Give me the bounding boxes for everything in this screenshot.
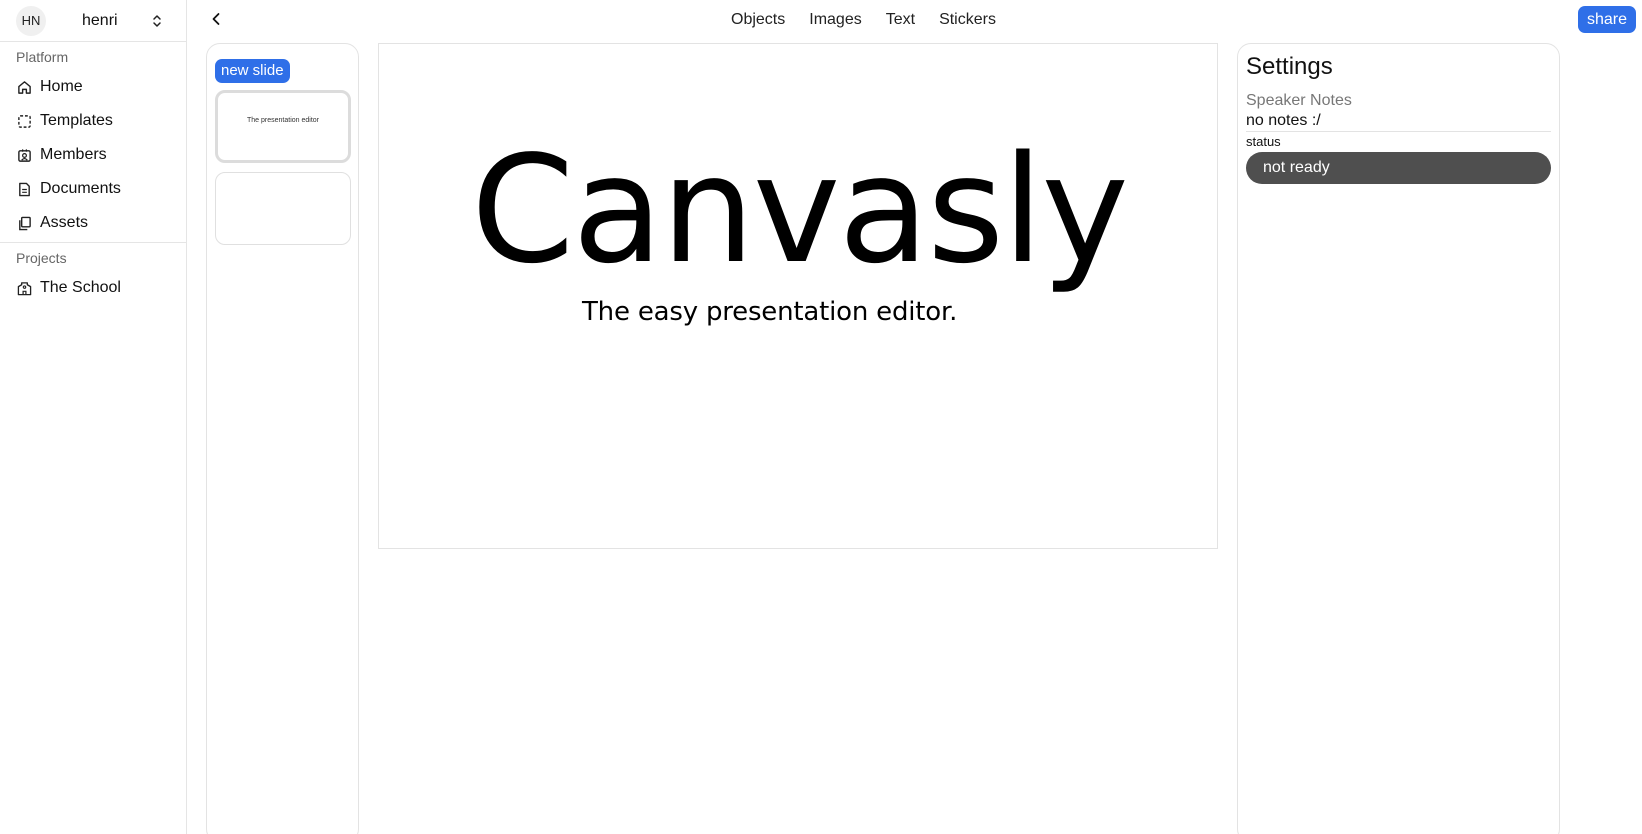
slide-thumbnail-text: The presentation editor <box>247 117 319 124</box>
slides-panel: new slide The presentation editor <box>206 43 359 834</box>
tab-text[interactable]: Text <box>886 11 915 29</box>
speaker-notes-field[interactable]: no notes :/ <box>1246 112 1551 132</box>
tab-stickers[interactable]: Stickers <box>939 11 996 29</box>
user-name: henri <box>82 11 118 29</box>
sidebar-item-label: Assets <box>40 214 89 231</box>
projects-section-label: Projects <box>16 250 67 266</box>
settings-panel: Settings Speaker Notes no notes :/ statu… <box>1237 43 1560 834</box>
school-icon <box>16 280 32 296</box>
status-select[interactable]: not ready <box>1246 152 1551 184</box>
slide-canvas[interactable]: Canvasly The easy presentation editor. <box>378 43 1218 549</box>
user-switcher[interactable]: HN henri <box>0 0 186 42</box>
avatar: HN <box>16 5 46 36</box>
platform-section-label: Platform <box>16 49 69 65</box>
editor-tabs: Objects Images Text Stickers <box>731 0 1020 40</box>
status-label: status <box>1246 134 1281 149</box>
tab-objects[interactable]: Objects <box>731 11 785 29</box>
members-icon <box>16 147 32 163</box>
sidebar-item-label: Members <box>40 146 107 163</box>
slide-subtitle-text[interactable]: The easy presentation editor. <box>582 297 957 327</box>
new-slide-button[interactable]: new slide <box>215 59 290 83</box>
sidebar-item-label: Documents <box>40 180 121 197</box>
assets-icon <box>16 215 32 231</box>
tab-images[interactable]: Images <box>809 11 861 29</box>
chevron-left-icon[interactable] <box>207 10 225 28</box>
sidebar-item-templates[interactable]: Templates <box>0 104 186 138</box>
sidebar-item-documents[interactable]: Documents <box>0 172 186 206</box>
chevron-up-down-icon[interactable] <box>150 12 164 30</box>
sidebar-item-assets[interactable]: Assets <box>0 206 186 240</box>
home-icon <box>16 79 32 95</box>
sidebar-divider <box>0 242 186 243</box>
slide-title-text[interactable]: Canvasly <box>471 136 1129 284</box>
top-toolbar: Objects Images Text Stickers share <box>187 0 1642 40</box>
sidebar-item-label: Templates <box>40 112 113 129</box>
sidebar-item-members[interactable]: Members <box>0 138 186 172</box>
sidebar-item-home[interactable]: Home <box>0 70 186 104</box>
slide-thumbnail[interactable]: The presentation editor <box>215 90 351 163</box>
documents-icon <box>16 181 32 197</box>
templates-icon <box>16 113 32 129</box>
settings-title: Settings <box>1246 53 1333 80</box>
slide-thumbnail[interactable] <box>215 172 351 245</box>
sidebar-item-label: Home <box>40 78 83 95</box>
share-button[interactable]: share <box>1577 6 1636 33</box>
speaker-notes-label: Speaker Notes <box>1246 92 1352 109</box>
sidebar: HN henri Platform Home Templates Members… <box>0 0 187 834</box>
sidebar-item-label: The School <box>40 279 121 296</box>
sidebar-item-the-school[interactable]: The School <box>0 271 186 305</box>
